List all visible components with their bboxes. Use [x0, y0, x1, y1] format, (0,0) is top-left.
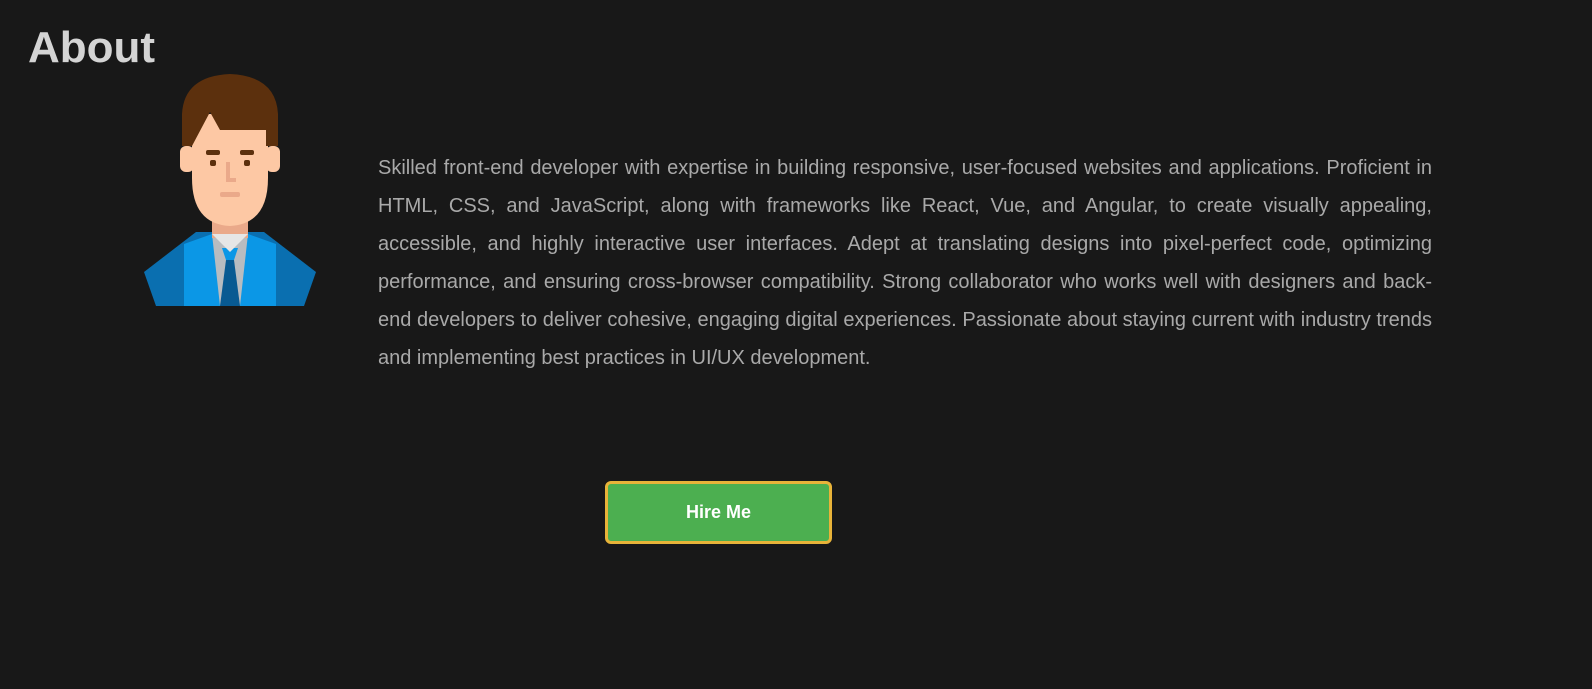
about-description: Skilled front-end developer with experti… — [378, 157, 1432, 369]
about-section: About Skilled front-end developer with e… — [0, 0, 1592, 689]
hire-me-button[interactable]: Hire Me — [605, 481, 832, 544]
developer-avatar-icon — [144, 74, 316, 306]
page-title: About — [28, 23, 156, 72]
